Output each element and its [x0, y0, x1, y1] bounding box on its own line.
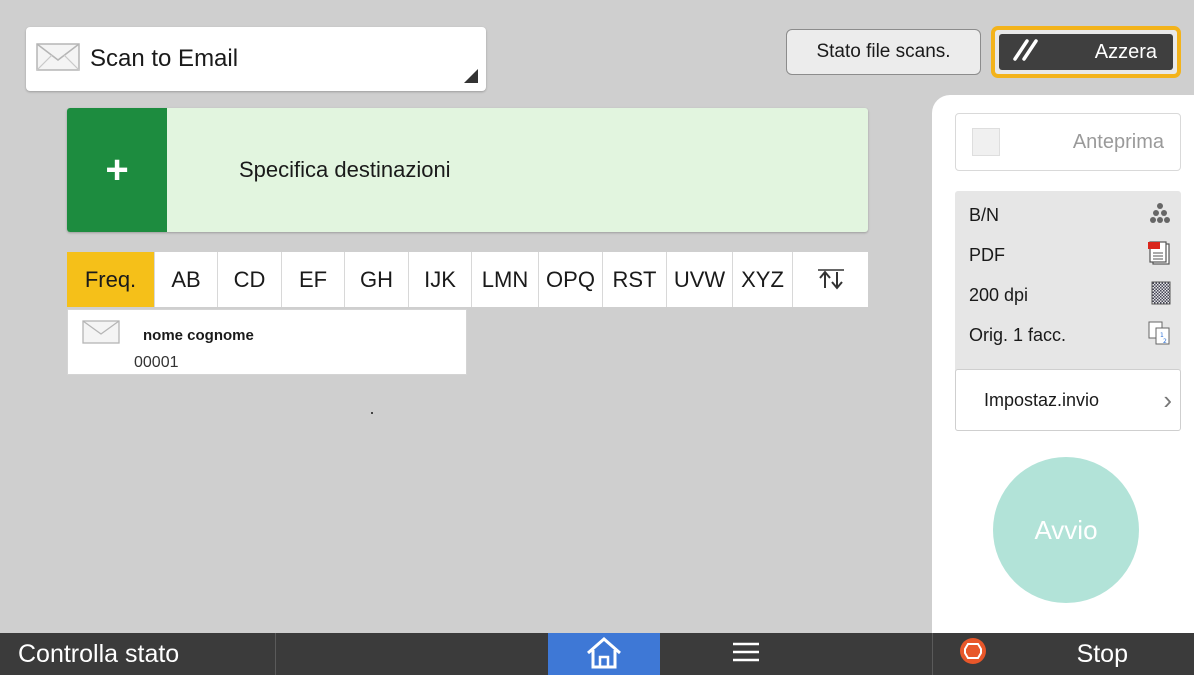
envelope-icon — [82, 320, 120, 349]
dropdown-corner-icon — [464, 69, 478, 83]
home-button[interactable] — [548, 633, 660, 675]
send-settings-label: Impostaz.invio — [984, 389, 1100, 410]
function-select[interactable]: Scan to Email — [26, 27, 486, 91]
tab-xyz[interactable]: XYZ — [733, 252, 793, 307]
original-sides-label: Orig. 1 facc. — [969, 324, 1067, 345]
reset-slash-icon — [1011, 37, 1041, 68]
resolution-label: 200 dpi — [969, 284, 1029, 305]
home-icon — [584, 635, 624, 674]
color-mode-icon — [1149, 202, 1171, 229]
envelope-icon — [36, 42, 80, 76]
address-index-tabs: Freq. AB CD EF GH IJK LMN OPQ RST UVW XY… — [67, 252, 868, 307]
tab-freq[interactable]: Freq. — [67, 252, 155, 307]
settings-row-format: PDF — [969, 235, 1171, 275]
stop-button[interactable]: Stop — [932, 633, 1194, 675]
scan-settings-summary[interactable]: B/N PDF 200 dpi Orig. 1 facc. 12 Imposta… — [955, 191, 1181, 431]
preview-checkbox[interactable]: Anteprima — [955, 113, 1181, 171]
reset-button-label: Azzera — [1094, 40, 1157, 63]
pdf-file-icon — [1147, 240, 1171, 271]
menu-icon — [731, 641, 761, 668]
settings-row-color: B/N — [969, 195, 1171, 235]
stop-icon — [959, 637, 987, 672]
single-sided-icon: 12 — [1147, 320, 1171, 351]
plus-icon: + — [67, 108, 167, 232]
specify-destinations-button[interactable]: + Specifica destinazioni — [67, 108, 868, 232]
preview-label: Anteprima — [1072, 130, 1164, 153]
tab-uvw[interactable]: UVW — [667, 252, 733, 307]
stop-label: Stop — [1076, 639, 1128, 668]
tab-ef[interactable]: EF — [282, 252, 345, 307]
specify-destinations-label: Specifica destinazioni — [239, 157, 451, 182]
right-panel: Anteprima B/N PDF 200 dpi Orig. 1 facc. … — [932, 95, 1194, 635]
tab-cd[interactable]: CD — [218, 252, 282, 307]
scan-status-button[interactable]: Stato file scans. — [786, 29, 981, 75]
chevron-right-icon: › — [1163, 384, 1172, 415]
checkbox-icon — [972, 128, 1000, 156]
file-format-label: PDF — [969, 244, 1005, 265]
entry-name: nome cognome — [143, 327, 254, 344]
function-select-label: Scan to Email — [90, 45, 239, 72]
color-mode-label: B/N — [969, 204, 1000, 225]
settings-row-resolution: 200 dpi — [969, 275, 1171, 315]
resolution-icon — [1151, 281, 1171, 310]
address-entry[interactable]: nome cognome 00001 — [67, 309, 467, 375]
check-status-button[interactable]: Controlla stato — [0, 633, 276, 675]
stray-dot — [371, 412, 373, 414]
svg-text:2: 2 — [1163, 338, 1167, 345]
tab-opq[interactable]: OPQ — [539, 252, 603, 307]
settings-row-sides: Orig. 1 facc. 12 — [969, 315, 1171, 355]
send-settings-button[interactable]: Impostaz.invio › — [955, 369, 1181, 431]
swap-arrows-icon[interactable] — [793, 252, 868, 307]
start-button[interactable]: Avvio — [993, 457, 1139, 603]
tab-ab[interactable]: AB — [155, 252, 218, 307]
bottom-bar: Controlla stato Stop — [0, 633, 1194, 675]
tab-lmn[interactable]: LMN — [472, 252, 539, 307]
tab-ijk[interactable]: IJK — [409, 252, 472, 307]
tab-rst[interactable]: RST — [603, 252, 667, 307]
reset-button[interactable]: Azzera — [991, 26, 1181, 78]
menu-button[interactable] — [690, 633, 802, 675]
tab-gh[interactable]: GH — [345, 252, 409, 307]
entry-number: 00001 — [134, 354, 179, 371]
